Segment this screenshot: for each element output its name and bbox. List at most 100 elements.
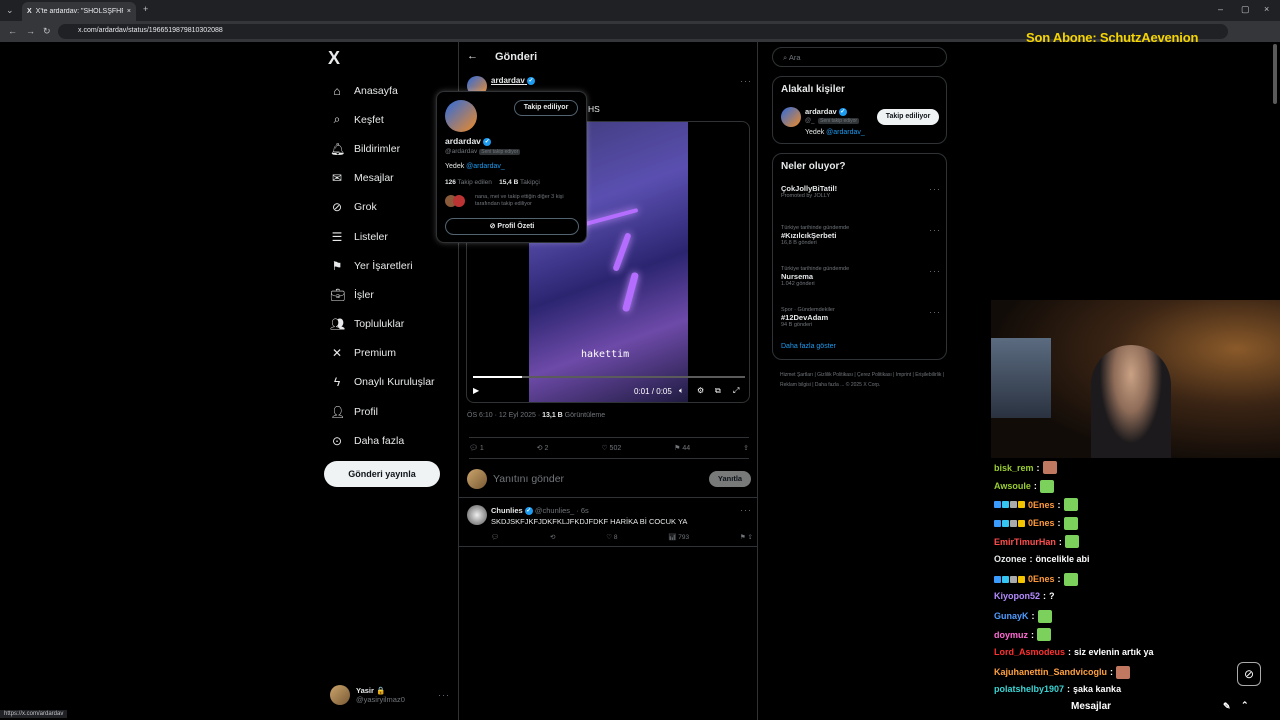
sidebar-item-grok[interactable]: ⊘ Grok	[330, 193, 435, 222]
compose-message-icon[interactable]: ✎	[1223, 701, 1231, 712]
chat-username[interactable]: Lord_Asmodeus	[994, 647, 1065, 657]
reply-button[interactable]: Yanıtla	[709, 471, 751, 487]
browser-tab[interactable]: X X'te ardardav: "SHÖLSŞFHFSM" ... ×	[22, 2, 136, 21]
trend-item[interactable]: Spor · Gündemdekiler #12DevAdam 94 B gönde…	[781, 307, 941, 328]
reply-handle: @chunlies_ · 6s	[534, 506, 589, 515]
close-window-button[interactable]: ×	[1264, 4, 1269, 14]
briefcase-icon: 💼︎	[330, 287, 346, 302]
sidebar-item-mail[interactable]: ✉ Mesajlar	[330, 164, 435, 193]
account-more-icon[interactable]: ···	[438, 690, 450, 700]
sidebar-item-home[interactable]: ⌂ Anasayfa	[330, 76, 435, 105]
home-icon: ⌂	[333, 83, 341, 98]
chat-username[interactable]: Awsoule	[994, 481, 1031, 491]
chat-username[interactable]: 0Enes	[1028, 574, 1055, 584]
trend-item[interactable]: Türkiye tarihinde gündemde #KızılcıkŞerbe…	[781, 225, 941, 246]
chat-username[interactable]: 0Enes	[1028, 518, 1055, 528]
chat-text: siz evlenin artık ya	[1074, 647, 1154, 657]
forward-nav-icon[interactable]: →	[26, 26, 35, 36]
like-action[interactable]: ♡ 502	[601, 444, 621, 452]
reply-avatar[interactable]	[467, 505, 487, 525]
minimize-button[interactable]: –	[1218, 4, 1223, 14]
reply-reply-icon[interactable]: 💬︎	[491, 533, 499, 541]
chat-username[interactable]: polatshelby1907	[994, 684, 1064, 694]
play-icon[interactable]: ▶	[473, 386, 479, 395]
back-nav-icon[interactable]: ←	[8, 26, 17, 36]
mutual-followers[interactable]: nana, mei ve takip ettiğin diğer 3 kişi …	[475, 194, 580, 208]
reply-repost-icon[interactable]: ⟲	[550, 533, 555, 541]
video-progress-bar[interactable]	[473, 376, 745, 378]
bookmark-action[interactable]: ⚑ 44	[674, 444, 690, 452]
following-stat[interactable]: 126 Takip edilen	[445, 179, 492, 186]
trend-item[interactable]: ÇokJollyBiTatil! Promoted by JOLLY ···	[781, 184, 941, 199]
post-more-icon[interactable]: ···	[740, 76, 752, 86]
trend-more-icon[interactable]: ···	[929, 266, 941, 276]
maximize-button[interactable]: ▢	[1241, 4, 1250, 15]
sidebar-item-people[interactable]: 👥︎ Topluluklar	[330, 310, 435, 339]
related-name[interactable]: ardardav ✓	[805, 107, 847, 117]
trend-more-icon[interactable]: ···	[929, 307, 941, 317]
reply-tweet[interactable]: Chunlies ✓ @chunlies_ · 6s ··· SKDJSKFJK…	[459, 497, 757, 547]
account-switcher[interactable]: Yasir 🔒 @yasiryilmaz0	[330, 685, 405, 705]
reply-input[interactable]: Yanıtını gönder	[493, 473, 703, 485]
reply-more-icon[interactable]: ···	[740, 505, 752, 515]
volume-icon[interactable]: 🔈︎	[679, 386, 684, 396]
new-tab-button[interactable]: +	[143, 4, 148, 14]
close-tab-icon[interactable]: ×	[127, 8, 131, 15]
hover-avatar[interactable]	[445, 100, 477, 132]
sidebar-item-more-circle[interactable]: ⊙ Daha fazla	[330, 426, 435, 455]
related-follow-button[interactable]: Takip ediliyor	[877, 109, 939, 125]
footer-links[interactable]: Hizmet Şartları | Gizlilik Politikası | …	[780, 370, 945, 390]
trend-item[interactable]: Türkiye tarihinde gündemde Nursema 1.042 g…	[781, 266, 941, 287]
profile-summary-button[interactable]: ⊘ Profil Özeti	[445, 218, 579, 235]
sidebar-item-label: Topluluklar	[354, 318, 405, 331]
scrollbar[interactable]	[1273, 44, 1277, 104]
chat-username[interactable]: Kajuhanettin_Sandvicoglu	[994, 667, 1107, 677]
reload-icon[interactable]: ↻	[43, 26, 51, 37]
hover-bio-link[interactable]: @ardardav_	[466, 163, 505, 170]
reply-action[interactable]: 💬︎ 1	[469, 444, 484, 452]
post-author[interactable]: ardardav ✓	[491, 76, 536, 85]
reply-author[interactable]: Chunlies ✓ @chunlies_ · 6s	[491, 506, 589, 516]
repost-action[interactable]: ⟲ 2	[537, 444, 549, 452]
sidebar-item-x-premium[interactable]: ✕ Premium	[330, 339, 435, 368]
trend-more-icon[interactable]: ···	[929, 225, 941, 235]
back-arrow-icon[interactable]: ←	[467, 50, 478, 62]
share-icon[interactable]: ⇪	[743, 444, 749, 452]
hover-name[interactable]: ardardav ✓	[445, 136, 492, 146]
chat-username[interactable]: bisk_rem	[994, 463, 1034, 473]
sidebar-item-search[interactable]: ⌕ Keşfet	[330, 105, 435, 134]
related-avatar[interactable]	[781, 107, 801, 127]
chat-settings-icon[interactable]: ⊘	[1237, 662, 1261, 686]
related-bio-link[interactable]: @ardardav_	[826, 129, 865, 136]
more-circle-icon: ⊙	[331, 433, 343, 448]
sidebar-item-bell[interactable]: 🔔︎ Bildirimler	[330, 134, 435, 163]
tab-search-icon[interactable]: ⌄	[6, 5, 14, 16]
search-input[interactable]: ⌕ Ara	[772, 47, 947, 67]
chat-username[interactable]: Kiyopon52	[994, 591, 1040, 601]
sidebar-item-briefcase[interactable]: 💼︎ İşler	[330, 280, 435, 309]
sidebar-item-bookmark[interactable]: ⚑ Yer İşaretleri	[330, 251, 435, 280]
settings-icon[interactable]: ⚙	[697, 386, 704, 395]
following-button[interactable]: Takip ediliyor	[514, 100, 578, 116]
post-button[interactable]: Gönderi yayınla	[324, 461, 440, 487]
chat-username[interactable]: 0Enes	[1028, 500, 1055, 510]
pip-icon[interactable]: ⧉	[715, 386, 721, 396]
chat-username[interactable]: EmirTimurHan	[994, 537, 1056, 547]
reply-like-action[interactable]: ♡ 8	[606, 533, 617, 541]
sidebar-item-list[interactable]: ☰ Listeler	[330, 222, 435, 251]
chat-username[interactable]: doymuz	[994, 630, 1028, 640]
chat-username[interactable]: GunayK	[994, 611, 1029, 621]
sidebar-item-user[interactable]: 👤︎ Profil	[330, 397, 435, 426]
messages-drawer[interactable]: Mesajlar ✎ ⌃	[991, 697, 1280, 720]
x-logo-icon[interactable]: X	[328, 48, 340, 69]
reply-views-action[interactable]: 📊︎ 793	[668, 533, 689, 541]
trend-more-icon[interactable]: ···	[929, 184, 941, 194]
sidebar-item-label: Onaylı Kuruluşlar	[354, 376, 435, 389]
followers-stat[interactable]: 15,4 B Takipçi	[499, 179, 540, 186]
fullscreen-icon[interactable]: ⤢	[733, 386, 739, 396]
sidebar-item-lightning[interactable]: ϟ Onaylı Kuruluşlar	[330, 368, 435, 397]
expand-icon[interactable]: ⌃	[1241, 700, 1249, 711]
chat-username[interactable]: Ozonee	[994, 554, 1027, 564]
reply-bookmark-icon[interactable]: ⚑ ⇪	[740, 533, 753, 541]
show-more-link[interactable]: Daha fazla göster	[781, 343, 836, 350]
